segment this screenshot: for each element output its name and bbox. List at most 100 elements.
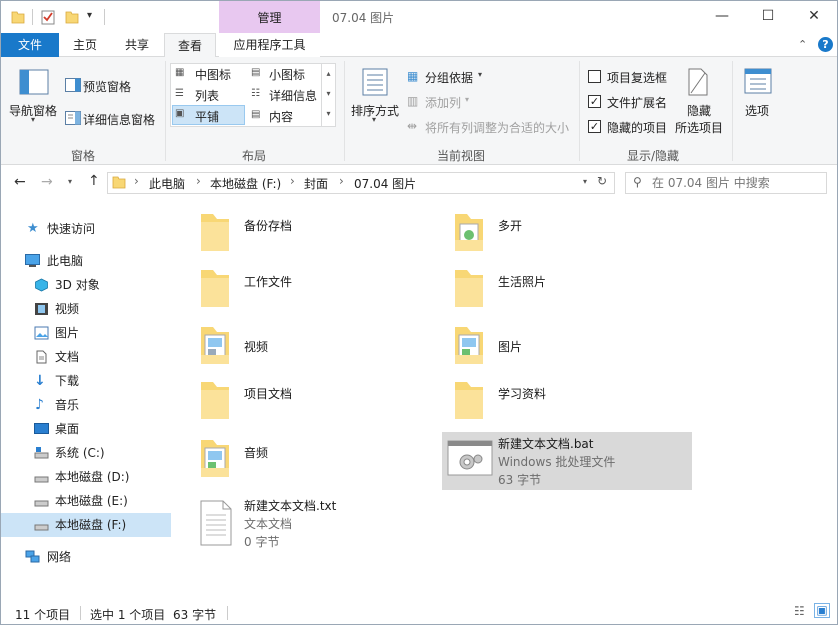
details-view-icon[interactable]: ☷ — [794, 604, 805, 618]
breadcrumb-drive-f[interactable]: 本地磁盘 (F:) — [210, 175, 281, 192]
hide-selected-button-line2[interactable]: 所选项目 — [675, 119, 723, 136]
content-icon: ▤ — [251, 109, 261, 120]
layout-tiles[interactable]: 平铺 — [195, 108, 219, 125]
layout-content[interactable]: 内容 — [269, 108, 293, 125]
add-column-button[interactable]: 添加列 — [425, 94, 461, 111]
maximize-button[interactable]: ☐ — [745, 1, 791, 33]
item-checkboxes-checkbox[interactable] — [588, 70, 601, 83]
folder-icon[interactable] — [197, 266, 233, 310]
breadcrumb-chevron-icon[interactable]: › — [196, 174, 201, 188]
nav-item-drive-e[interactable]: 本地磁盘 (E:) — [1, 489, 171, 513]
file-name[interactable]: 工作文件 — [244, 273, 292, 290]
layout-small-icons[interactable]: 小图标 — [269, 66, 305, 83]
file-name[interactable]: 视频 — [244, 338, 268, 355]
refresh-icon[interactable]: ↻ — [597, 174, 607, 188]
file-name[interactable]: 学习资料 — [498, 385, 546, 402]
nav-label: 本地磁盘 (D:) — [55, 470, 130, 484]
layout-scroll[interactable]: ▴ ▾ ▾ — [321, 64, 335, 126]
file-name[interactable]: 多开 — [498, 217, 522, 234]
file-extensions-checkbox[interactable]: ✓ — [588, 95, 601, 108]
tab-share[interactable]: 共享 — [111, 33, 163, 57]
layout-list[interactable]: 列表 — [195, 87, 219, 104]
dropdown-arrow-icon[interactable]: ▾ — [478, 70, 482, 79]
layout-details[interactable]: 详细信息 — [269, 87, 317, 104]
breadcrumb-this-pc[interactable]: 此电脑 — [149, 175, 185, 192]
breadcrumb-chevron-icon[interactable]: › — [290, 174, 295, 188]
breadcrumb-chevron-icon[interactable]: › — [134, 174, 139, 188]
folder-icon[interactable] — [197, 436, 233, 480]
forward-icon[interactable]: → — [41, 174, 53, 190]
nav-label: 桌面 — [55, 422, 80, 436]
tab-home[interactable]: 主页 — [59, 33, 111, 57]
nav-item-3d-objects[interactable]: 3D 对象 — [1, 273, 171, 297]
file-type: 文本文档 — [244, 517, 293, 531]
folder-icon[interactable] — [451, 266, 487, 310]
dropdown-arrow-icon[interactable]: ▾ — [31, 115, 35, 124]
folder-icon[interactable] — [451, 323, 487, 367]
file-name[interactable]: 备份存档 — [244, 217, 292, 234]
nav-item-downloads[interactable]: ↓ 下载 — [1, 369, 171, 393]
properties-icon[interactable] — [41, 9, 55, 25]
download-icon: ↓ — [34, 373, 46, 389]
folder-icon[interactable] — [197, 210, 233, 254]
breadcrumb-current[interactable]: 07.04 图片 — [354, 175, 416, 192]
up-icon[interactable]: ↑ — [88, 173, 100, 189]
folder-icon[interactable] — [197, 323, 233, 367]
file-name[interactable]: 图片 — [498, 338, 522, 355]
preview-pane-button[interactable]: 预览窗格 — [83, 78, 131, 95]
details-pane-button[interactable]: 详细信息窗格 — [83, 111, 155, 128]
new-folder-icon[interactable] — [65, 9, 79, 25]
tab-view[interactable]: 查看 — [164, 33, 216, 58]
hide-selected-button[interactable]: 隐藏 — [687, 102, 711, 119]
file-name[interactable]: 新建文本文档.txt — [244, 497, 336, 514]
folder-icon[interactable] — [197, 378, 233, 422]
recent-locations-icon[interactable]: ▾ — [68, 177, 72, 186]
file-name[interactable]: 音频 — [244, 444, 268, 461]
nav-this-pc[interactable]: 此电脑 — [1, 249, 171, 273]
help-icon[interactable]: ? — [818, 37, 833, 52]
breadcrumb-cover[interactable]: 封面 — [304, 175, 328, 192]
minimize-button[interactable]: — — [699, 1, 745, 33]
layout-medium-icons[interactable]: 中图标 — [195, 66, 231, 83]
group-by-button[interactable]: 分组依据 — [425, 69, 473, 86]
batch-file-icon[interactable] — [447, 438, 493, 478]
tab-app-tools[interactable]: 应用程序工具 — [219, 33, 320, 57]
nav-quick-access[interactable]: ★ 快速访问 — [1, 217, 171, 241]
dropdown-arrow-icon[interactable]: ▾ — [465, 95, 469, 104]
hidden-items-checkbox[interactable]: ✓ — [588, 120, 601, 133]
tab-file[interactable]: 文件 — [1, 33, 59, 57]
nav-label: 系统 (C:) — [55, 446, 105, 460]
nav-item-drive-f[interactable]: 本地磁盘 (F:) — [1, 513, 171, 537]
search-input[interactable]: 在 07.04 图片 中搜索 — [625, 172, 827, 194]
dropdown-arrow-icon[interactable]: ▾ — [372, 115, 376, 124]
collapse-ribbon-icon[interactable]: ⌃ — [798, 38, 807, 51]
file-name[interactable]: 生活照片 — [498, 273, 546, 290]
divider — [80, 606, 81, 620]
nav-item-desktop[interactable]: 桌面 — [1, 417, 171, 441]
divider — [227, 606, 228, 620]
nav-item-drive-d[interactable]: 本地磁盘 (D:) — [1, 465, 171, 489]
folder-icon — [112, 176, 126, 189]
options-button[interactable]: 选项 — [745, 102, 769, 119]
desktop-icon — [34, 423, 49, 434]
file-name[interactable]: 项目文档 — [244, 385, 292, 402]
large-icons-view-icon[interactable]: ▣ — [814, 603, 830, 618]
close-button[interactable]: ✕ — [791, 1, 837, 33]
nav-item-pictures[interactable]: 图片 — [1, 321, 171, 345]
address-dropdown-icon[interactable]: ▾ — [583, 177, 587, 186]
file-name[interactable]: 新建文本文档.bat — [498, 435, 594, 452]
nav-item-documents[interactable]: 文档 — [1, 345, 171, 369]
customize-quick-access-icon[interactable]: ▾ — [87, 10, 92, 21]
folder-icon[interactable] — [451, 378, 487, 422]
size-all-columns-button[interactable]: 将所有列调整为合适的大小 — [425, 119, 569, 136]
breadcrumb-chevron-icon[interactable]: › — [339, 174, 344, 188]
nav-item-videos[interactable]: 视频 — [1, 297, 171, 321]
nav-item-music[interactable]: ♪ 音乐 — [1, 393, 171, 417]
back-icon[interactable]: ← — [14, 174, 26, 190]
file-size: 63 字节 — [498, 473, 542, 487]
nav-item-drive-c[interactable]: 系统 (C:) — [1, 441, 171, 465]
nav-network[interactable]: 网络 — [1, 545, 171, 569]
text-file-icon[interactable] — [199, 500, 233, 546]
folder-icon[interactable] — [451, 210, 487, 254]
context-tab-manage[interactable]: 管理 — [219, 1, 320, 33]
